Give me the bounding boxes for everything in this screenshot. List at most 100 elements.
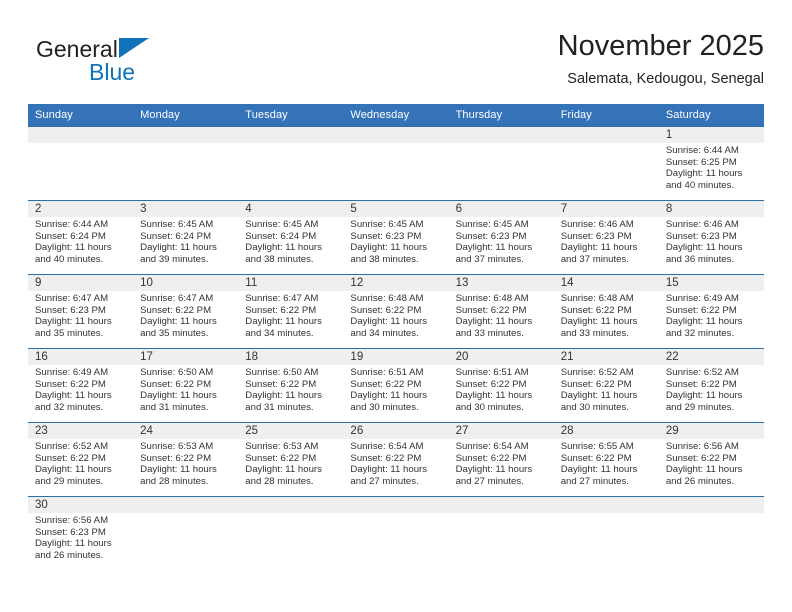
calendar-day-cell[interactable]: 6 Sunrise: 6:45 AM Sunset: 6:23 PM Daylight…: [448, 200, 554, 275]
calendar-day-cell[interactable]: 5 Sunrise: 6:45 AM Sunset: 6:23 PM Daylight…: [343, 200, 449, 275]
day-detail-line: Sunrise: 6:47 AM: [140, 293, 214, 304]
day-detail-line: Sunset: 6:22 PM: [560, 378, 632, 390]
calendar-day-cell[interactable]: [448, 496, 554, 570]
day-detail-line: and 34 minutes.: [245, 327, 314, 339]
calendar-day-cell[interactable]: 14 Sunrise: 6:48 AM Sunset: 6:22 PM Dayligh…: [553, 274, 659, 349]
calendar-day-cell[interactable]: 28 Sunrise: 6:55 AM Sunset: 6:22 PM Dayligh…: [553, 422, 659, 497]
day-detail-line: Daylight: 11 hours: [35, 538, 112, 550]
calendar-day-cell[interactable]: [343, 496, 449, 570]
calendar-day-cell[interactable]: 19 Sunrise: 6:51 AM Sunset: 6:22 PM Dayligh…: [343, 348, 449, 423]
day-detail-line: and 31 minutes.: [245, 401, 314, 413]
day-detail-line: Sunrise: 6:48 AM: [350, 293, 424, 304]
day-number: 29: [658, 423, 764, 439]
calendar-day-cell[interactable]: 11 Sunrise: 6:47 AM Sunset: 6:22 PM Dayligh…: [238, 274, 344, 349]
day-detail-line: and 35 minutes.: [140, 327, 209, 339]
day-detail-line: and 26 minutes.: [35, 549, 104, 561]
day-detail-line: Sunset: 6:22 PM: [560, 304, 632, 316]
day-detail-line: Sunset: 6:22 PM: [350, 378, 422, 390]
calendar-day-cell[interactable]: 18 Sunrise: 6:50 AM Sunset: 6:22 PM Dayligh…: [238, 348, 344, 423]
day-details: Sunrise: 6:45 AM Sunset: 6:23 PM Daylight:…: [449, 217, 554, 265]
day-details: Sunrise: 6:49 AM Sunset: 6:22 PM Daylight:…: [659, 291, 764, 339]
calendar-day-cell[interactable]: 2 Sunrise: 6:44 AM Sunset: 6:24 PM Daylight…: [28, 200, 134, 275]
day-cell-content: 9 Sunrise: 6:47 AM Sunset: 6:23 PM Daylight…: [28, 275, 134, 348]
day-number: 19: [343, 349, 449, 365]
day-detail-line: Sunset: 6:22 PM: [140, 304, 212, 316]
calendar-day-cell[interactable]: 1 Sunrise: 6:44 AM Sunset: 6:25 PM Daylight…: [658, 126, 764, 201]
day-detail-line: Sunrise: 6:45 AM: [455, 219, 529, 230]
day-number: 6: [448, 201, 554, 217]
day-details: Sunrise: 6:56 AM Sunset: 6:23 PM Daylight:…: [28, 513, 133, 561]
day-cell-content: 19 Sunrise: 6:51 AM Sunset: 6:22 PM Dayligh…: [343, 349, 449, 422]
calendar-day-cell[interactable]: [343, 126, 449, 201]
day-detail-line: and 30 minutes.: [350, 401, 419, 413]
day-detail-line: Daylight: 11 hours: [560, 464, 638, 476]
day-details: Sunrise: 6:50 AM Sunset: 6:22 PM Daylight:…: [133, 365, 238, 413]
calendar-day-cell[interactable]: 17 Sunrise: 6:50 AM Sunset: 6:22 PM Dayligh…: [133, 348, 239, 423]
calendar-day-cell[interactable]: [448, 126, 554, 201]
calendar-day-cell[interactable]: 16 Sunrise: 6:49 AM Sunset: 6:22 PM Dayligh…: [28, 348, 134, 423]
day-number: 9: [28, 275, 134, 291]
calendar-day-cell[interactable]: 3 Sunrise: 6:45 AM Sunset: 6:24 PM Daylight…: [133, 200, 239, 275]
calendar-day-cell[interactable]: [553, 126, 659, 201]
calendar-day-cell[interactable]: 21 Sunrise: 6:52 AM Sunset: 6:22 PM Dayligh…: [553, 348, 659, 423]
day-detail-line: Sunrise: 6:46 AM: [665, 219, 739, 230]
day-details: Sunrise: 6:49 AM Sunset: 6:22 PM Daylight:…: [28, 365, 133, 413]
calendar-day-cell[interactable]: 9 Sunrise: 6:47 AM Sunset: 6:23 PM Daylight…: [28, 274, 134, 349]
day-detail-line: and 29 minutes.: [665, 401, 735, 413]
calendar-day-cell[interactable]: [238, 126, 344, 201]
day-detail-line: and 33 minutes.: [455, 327, 524, 339]
day-detail-line: Sunset: 6:22 PM: [140, 378, 212, 390]
day-detail-line: Sunrise: 6:44 AM: [665, 145, 739, 156]
calendar-day-cell[interactable]: 27 Sunrise: 6:54 AM Sunset: 6:22 PM Dayligh…: [448, 422, 554, 497]
day-detail-line: Daylight: 11 hours: [140, 242, 217, 254]
calendar-day-cell[interactable]: 30 Sunrise: 6:56 AM Sunset: 6:23 PM Dayligh…: [28, 496, 134, 570]
calendar-day-cell[interactable]: 7 Sunrise: 6:46 AM Sunset: 6:23 PM Daylight…: [553, 200, 659, 275]
day-detail-line: and 33 minutes.: [560, 327, 629, 339]
day-detail-line: Sunrise: 6:54 AM: [350, 441, 424, 452]
calendar-day-cell[interactable]: 12 Sunrise: 6:48 AM Sunset: 6:22 PM Dayligh…: [343, 274, 449, 349]
day-details: Sunrise: 6:53 AM Sunset: 6:22 PM Daylight:…: [238, 439, 343, 487]
day-detail-line: Daylight: 11 hours: [245, 242, 322, 254]
calendar-day-cell[interactable]: 4 Sunrise: 6:45 AM Sunset: 6:24 PM Daylight…: [238, 200, 344, 275]
calendar-day-cell[interactable]: 10 Sunrise: 6:47 AM Sunset: 6:22 PM Dayligh…: [133, 274, 239, 349]
day-detail-line: Sunrise: 6:45 AM: [140, 219, 214, 230]
day-number: 21: [553, 349, 659, 365]
calendar-day-cell[interactable]: [28, 126, 134, 201]
calendar-day-cell[interactable]: 29 Sunrise: 6:56 AM Sunset: 6:22 PM Dayligh…: [658, 422, 764, 497]
calendar-day-cell[interactable]: 24 Sunrise: 6:53 AM Sunset: 6:22 PM Dayligh…: [133, 422, 239, 497]
calendar-day-cell[interactable]: [133, 496, 239, 570]
calendar-day-cell[interactable]: [133, 126, 239, 201]
day-details: Sunrise: 6:51 AM Sunset: 6:22 PM Daylight:…: [343, 365, 448, 413]
calendar-day-cell[interactable]: [553, 496, 659, 570]
calendar-day-cell[interactable]: [238, 496, 344, 570]
day-number: 15: [658, 275, 764, 291]
day-detail-line: Daylight: 11 hours: [350, 316, 428, 328]
day-detail-line: Sunset: 6:23 PM: [560, 230, 632, 242]
day-detail-line: Sunrise: 6:51 AM: [350, 367, 424, 378]
calendar-day-cell[interactable]: 20 Sunrise: 6:51 AM Sunset: 6:22 PM Dayligh…: [448, 348, 554, 423]
day-detail-line: Daylight: 11 hours: [35, 316, 112, 328]
calendar-day-cell[interactable]: 13 Sunrise: 6:48 AM Sunset: 6:22 PM Dayligh…: [448, 274, 554, 349]
brand-logo[interactable]: General Blue: [36, 36, 236, 92]
day-detail-line: and 29 minutes.: [35, 475, 104, 487]
calendar-day-cell[interactable]: [658, 496, 764, 570]
calendar-day-cell[interactable]: 23 Sunrise: 6:52 AM Sunset: 6:22 PM Dayligh…: [28, 422, 134, 497]
calendar-day-cell[interactable]: 8 Sunrise: 6:46 AM Sunset: 6:23 PM Daylight…: [658, 200, 764, 275]
day-detail-line: Sunset: 6:25 PM: [665, 156, 737, 168]
calendar-day-cell[interactable]: 25 Sunrise: 6:53 AM Sunset: 6:22 PM Dayligh…: [238, 422, 344, 497]
day-detail-line: Daylight: 11 hours: [140, 316, 217, 328]
day-details: Sunrise: 6:52 AM Sunset: 6:22 PM Daylight:…: [28, 439, 133, 487]
calendar-day-cell[interactable]: 22 Sunrise: 6:52 AM Sunset: 6:22 PM Dayligh…: [658, 348, 764, 423]
day-cell-content: 20 Sunrise: 6:51 AM Sunset: 6:22 PM Dayligh…: [448, 349, 554, 422]
weekday-header-monday: Monday: [133, 104, 239, 127]
day-detail-line: Sunset: 6:23 PM: [350, 230, 422, 242]
calendar-day-cell[interactable]: 15 Sunrise: 6:49 AM Sunset: 6:22 PM Dayligh…: [658, 274, 764, 349]
calendar-day-cell[interactable]: 26 Sunrise: 6:54 AM Sunset: 6:22 PM Dayligh…: [343, 422, 449, 497]
day-number: 25: [238, 423, 344, 439]
day-detail-line: Sunrise: 6:45 AM: [245, 219, 319, 230]
day-cell-content: [553, 127, 659, 200]
day-detail-line: Sunrise: 6:45 AM: [350, 219, 424, 230]
day-number: 22: [658, 349, 764, 365]
day-number: [343, 127, 449, 143]
day-detail-line: Daylight: 11 hours: [35, 464, 112, 476]
